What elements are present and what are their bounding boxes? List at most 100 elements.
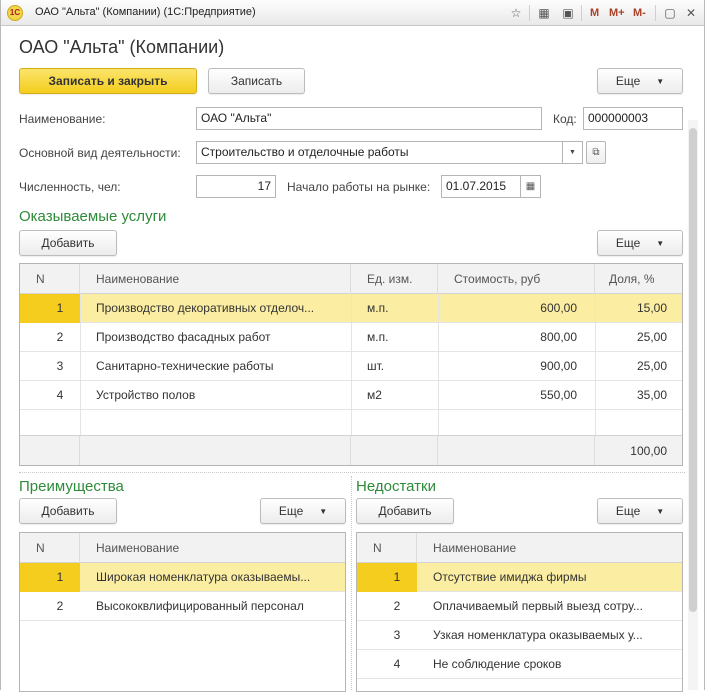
services-more-label: Еще xyxy=(615,236,641,250)
activity-input[interactable]: Строительство и отделочные работы xyxy=(196,141,563,164)
open-activity-icon[interactable]: ⧉ xyxy=(586,141,606,164)
col-header-name[interactable]: Наименование xyxy=(417,533,682,563)
row-name: Узкая номенклатура оказываемых у... xyxy=(433,628,643,642)
list-item[interactable]: 2 Высококвлифицированный персонал xyxy=(20,592,345,621)
total-share-value: 100,00 xyxy=(630,444,667,458)
column-line xyxy=(80,294,81,435)
headcount-label: Численность, чел: xyxy=(19,180,121,194)
close-icon[interactable]: ✕ xyxy=(682,4,700,22)
list-item[interactable]: 4 Не соблюдение сроков xyxy=(357,650,682,679)
market-start-label: Начало работы на рынке: xyxy=(287,180,431,194)
col-header-share[interactable]: Доля, % xyxy=(595,264,682,294)
scrollbar-thumb[interactable] xyxy=(689,128,697,612)
code-input[interactable]: 000000003 xyxy=(583,107,683,130)
row-unit: м.п. xyxy=(367,330,389,344)
col-header-name[interactable]: Наименование xyxy=(80,533,345,563)
advantages-table: N Наименование 1 Широкая номенклатура ока… xyxy=(19,532,346,692)
date-picker-calendar-icon[interactable]: ▦ xyxy=(521,175,541,198)
favorite-star-icon[interactable]: ☆ xyxy=(507,4,525,22)
list-item[interactable]: 1 Отсутствие имиджа фирмы xyxy=(357,563,682,592)
services-more-button[interactable]: Еще ▼ xyxy=(597,230,683,256)
row-name: Санитарно-технические работы xyxy=(96,359,274,373)
row-name: Устройство полов xyxy=(96,388,196,402)
col-header-n[interactable]: N xyxy=(20,264,80,294)
chevron-down-icon: ▼ xyxy=(656,238,665,248)
row-name: Высококвлифицированный персонал xyxy=(96,599,304,613)
totals-cell-empty xyxy=(20,436,80,465)
more-button[interactable]: Еще ▼ xyxy=(597,68,683,94)
activity-dropdown-chevron-icon[interactable]: ▼ xyxy=(563,141,583,164)
col-header-unit[interactable]: Ед. изм. xyxy=(351,264,438,294)
advantages-more-button[interactable]: Еще ▼ xyxy=(260,498,346,524)
list-item[interactable]: 2 Оплачиваемый первый выезд сотру... xyxy=(357,592,682,621)
form-window: 1С ОАО "Альта" (Компании) (1С:Предприяти… xyxy=(0,0,705,692)
list-item[interactable]: 3 Узкая номенклатура оказываемых у... xyxy=(357,621,682,650)
minimize-icon[interactable]: ▢ xyxy=(661,4,679,22)
row-unit: м2 xyxy=(367,388,382,402)
row-name: Производство фасадных работ xyxy=(96,330,271,344)
row-name: Широкая номенклатура оказываемы... xyxy=(96,570,311,584)
advantages-table-header: N Наименование xyxy=(20,533,345,563)
calendar-icon[interactable]: ▣ xyxy=(559,4,577,22)
row-name: Отсутствие имиджа фирмы xyxy=(433,570,587,584)
row-name: Оплачиваемый первый выезд сотру... xyxy=(433,599,643,613)
advantages-add-button[interactable]: Добавить xyxy=(19,498,117,524)
disadvantages-table: N Наименование 1 Отсутствие имиджа фирмы 2… xyxy=(356,532,683,692)
column-divider xyxy=(351,476,352,690)
disadvantages-more-button[interactable]: Еще ▼ xyxy=(597,498,683,524)
row-share: 25,00 xyxy=(636,359,667,373)
row-number: 1 xyxy=(56,570,64,584)
headcount-input[interactable]: 17 xyxy=(196,175,276,198)
row-share: 35,00 xyxy=(636,388,667,402)
column-line xyxy=(438,294,439,435)
row-number: 2 xyxy=(56,599,64,613)
more-button-label: Еще xyxy=(615,74,641,88)
titlebar-separator xyxy=(581,5,582,21)
totals-cell-empty xyxy=(80,436,351,465)
row-share: 25,00 xyxy=(636,330,667,344)
row-number: 2 xyxy=(393,599,401,613)
services-add-button[interactable]: Добавить xyxy=(19,230,117,256)
titlebar-separator xyxy=(655,5,656,21)
section-divider xyxy=(19,472,685,473)
save-button[interactable]: Записать xyxy=(208,68,305,94)
col-header-cost[interactable]: Стоимость, руб xyxy=(438,264,595,294)
col-header-n[interactable]: N xyxy=(20,533,80,563)
row-number: 1 xyxy=(393,570,401,584)
chevron-down-icon: ▼ xyxy=(656,506,665,516)
row-number: 4 xyxy=(393,657,401,671)
row-number: 3 xyxy=(393,628,401,642)
calculator-icon[interactable]: ▦ xyxy=(535,4,553,22)
row-name: Производство декоративных отделоч... xyxy=(96,301,315,315)
list-item[interactable]: 1 Широкая номенклатура оказываемы... xyxy=(20,563,345,592)
page-title: ОАО "Альта" (Компании) xyxy=(19,37,225,57)
code-label: Код: xyxy=(553,112,577,126)
disadvantages-add-button[interactable]: Добавить xyxy=(356,498,454,524)
title-bar: 1С ОАО "Альта" (Компании) (1С:Предприяти… xyxy=(1,0,704,26)
chevron-down-icon: ▼ xyxy=(319,506,328,516)
col-header-n[interactable]: N xyxy=(357,533,417,563)
row-cost: 900,00 xyxy=(540,359,577,373)
row-unit: м.п. xyxy=(367,301,389,315)
memory-mplus-button[interactable]: M+ xyxy=(609,5,625,21)
row-share: 15,00 xyxy=(636,301,667,315)
column-line xyxy=(351,294,352,435)
row-number: 4 xyxy=(56,388,64,402)
services-table-header: N Наименование Ед. изм. Стоимость, руб Д… xyxy=(20,264,682,294)
row-number: 1 xyxy=(56,301,64,315)
row-cost: 600,00 xyxy=(540,301,577,315)
disadvantages-table-header: N Наименование xyxy=(357,533,682,563)
row-cost: 800,00 xyxy=(540,330,577,344)
name-label: Наименование: xyxy=(19,112,106,126)
market-start-input[interactable]: 01.07.2015 xyxy=(441,175,521,198)
row-cost: 550,00 xyxy=(540,388,577,402)
advantages-section-title: Преимущества xyxy=(19,478,124,495)
save-and-close-button[interactable]: Записать и закрыть xyxy=(19,68,197,94)
memory-m-button[interactable]: M xyxy=(590,5,599,21)
memory-mminus-button[interactable]: M- xyxy=(633,5,646,21)
column-line xyxy=(595,294,596,435)
name-input[interactable]: ОАО "Альта" xyxy=(196,107,542,130)
titlebar-separator xyxy=(529,5,530,21)
col-header-name[interactable]: Наименование xyxy=(80,264,351,294)
activity-label: Основной вид деятельности: xyxy=(19,146,181,160)
